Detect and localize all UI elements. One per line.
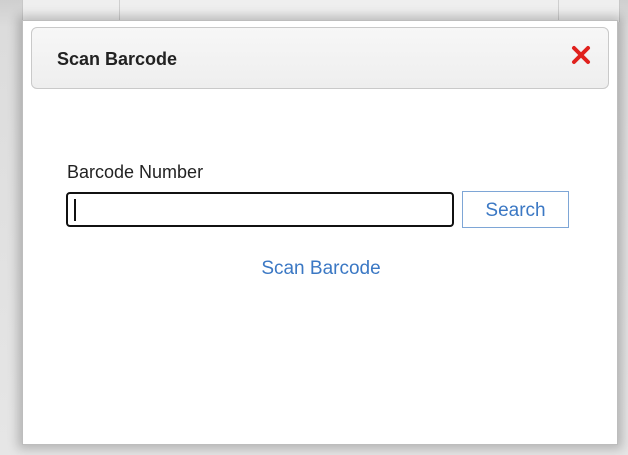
dialog-header: Scan Barcode <box>31 27 609 89</box>
close-button[interactable] <box>567 41 595 69</box>
scan-barcode-dialog: Scan Barcode Barcode Number Search Scan … <box>22 20 618 445</box>
text-caret <box>74 199 76 221</box>
barcode-number-label: Barcode Number <box>67 162 204 182</box>
barcode-number-input[interactable] <box>66 192 454 227</box>
close-icon <box>572 46 590 64</box>
background-page-strip <box>22 0 620 22</box>
dialog-title: Scan Barcode <box>57 49 178 69</box>
scan-barcode-link[interactable]: Scan Barcode <box>23 257 619 281</box>
search-button[interactable]: Search <box>462 191 569 228</box>
